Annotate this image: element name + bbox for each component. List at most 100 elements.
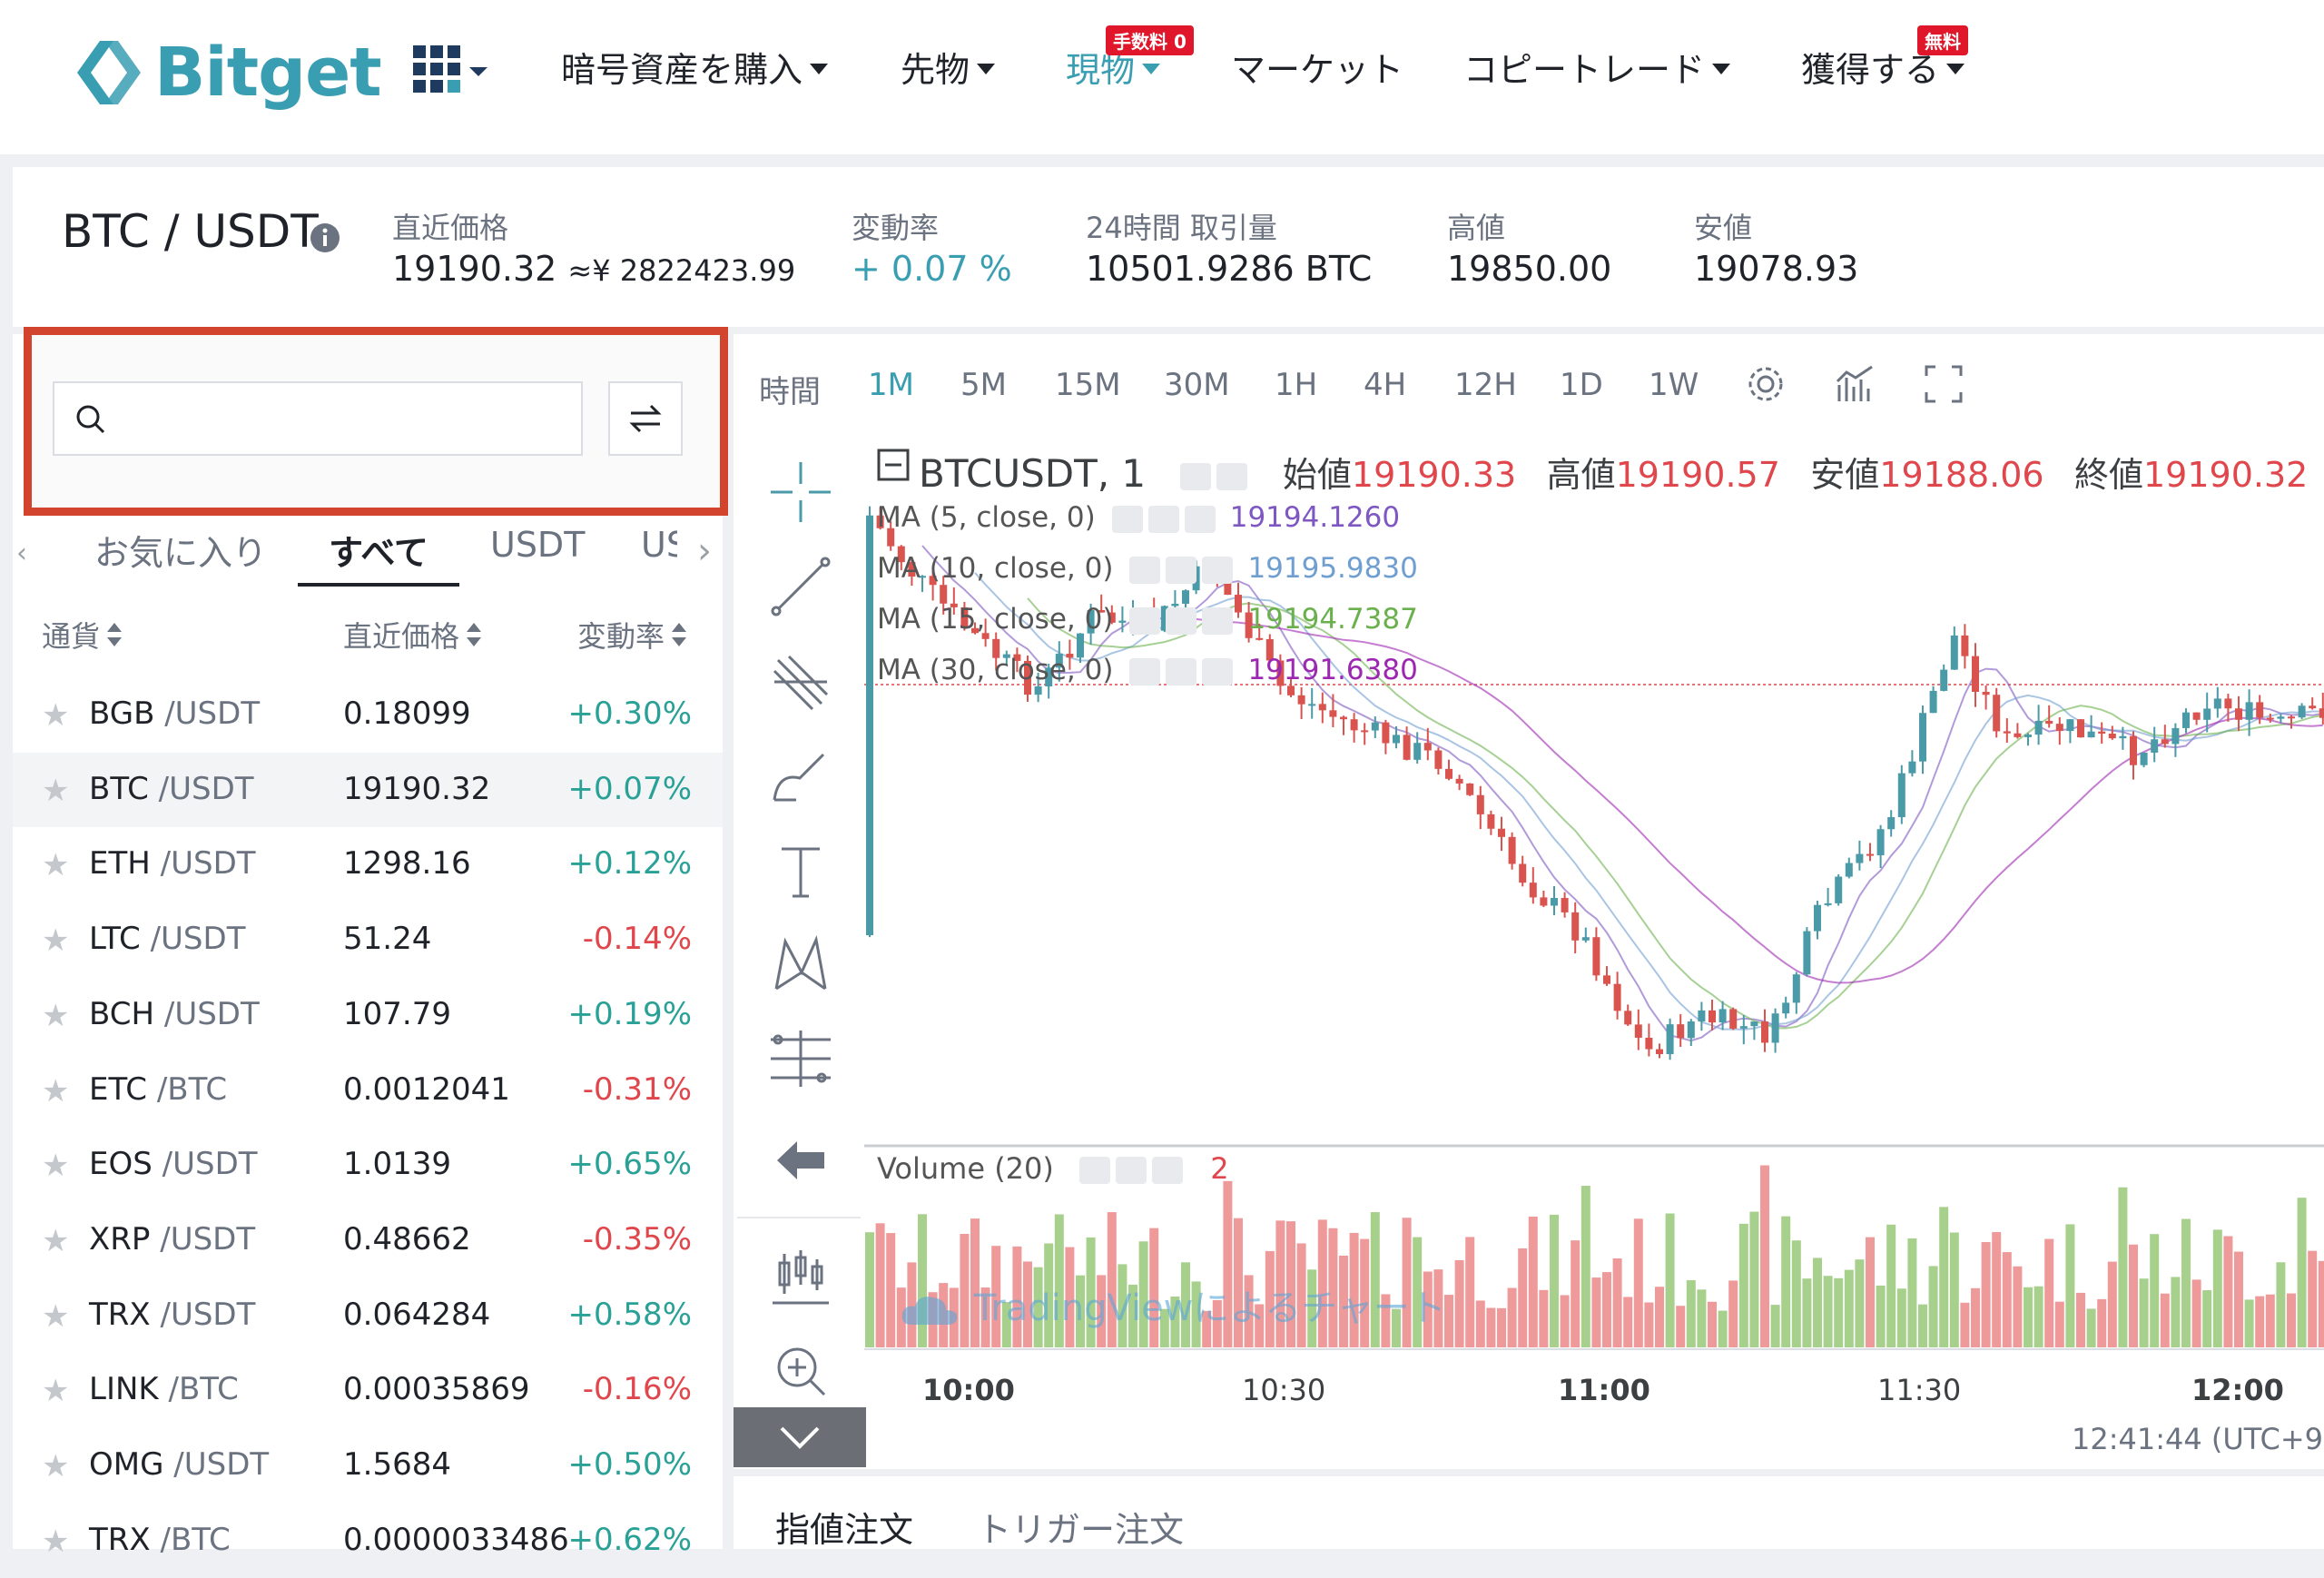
measure-tool-icon[interactable] xyxy=(763,1021,839,1097)
timeframe-30m[interactable]: 30M xyxy=(1164,367,1230,403)
info-icon[interactable] xyxy=(309,222,341,258)
timeframe-15m[interactable]: 15M xyxy=(1055,367,1121,403)
market-row[interactable]: ★ ETH /USDT 1298.16 +0.12% xyxy=(13,827,723,902)
market-row[interactable]: ★ XRP /USDT 0.48662 -0.35% xyxy=(13,1203,723,1277)
gear-icon[interactable] xyxy=(1166,607,1197,635)
market-row[interactable]: ★ EOS /USDT 1.0139 +0.65% xyxy=(13,1128,723,1202)
back-arrow-icon[interactable] xyxy=(763,1122,839,1198)
close-icon[interactable] xyxy=(1202,607,1234,635)
star-icon[interactable]: ★ xyxy=(42,1373,69,1409)
zoom-in-icon[interactable] xyxy=(763,1333,839,1409)
col-header-currency[interactable]: 通貨 xyxy=(42,614,123,656)
volume-bar xyxy=(2287,1293,2296,1347)
volume-bar xyxy=(1981,1242,1991,1347)
market-row[interactable]: ★ BCH /USDT 107.79 +0.19% xyxy=(13,978,723,1052)
pair-symbol: EOS /USDT xyxy=(89,1146,258,1182)
tab-scroll-right-icon[interactable]: › xyxy=(697,530,712,572)
brush-tool-icon[interactable] xyxy=(763,739,839,815)
candle-body xyxy=(1371,722,1379,731)
gear-icon[interactable] xyxy=(1116,1157,1147,1184)
star-icon[interactable]: ★ xyxy=(42,1448,69,1484)
eye-icon[interactable] xyxy=(1129,657,1161,685)
pair-title: BTC / USDT xyxy=(62,205,319,258)
volume-bar xyxy=(2276,1262,2286,1347)
pattern-tool-icon[interactable] xyxy=(763,926,839,1002)
market-row[interactable]: ★ BTC /USDT 19190.32 +0.07% xyxy=(13,752,723,827)
tab-trigger-order[interactable]: トリガー注文 xyxy=(977,1502,1184,1552)
star-icon[interactable]: ★ xyxy=(42,998,69,1034)
eye-icon[interactable] xyxy=(1179,462,1211,490)
bitget-logo[interactable]: Bitget xyxy=(73,27,382,118)
timeframe-5m[interactable]: 5M xyxy=(960,367,1007,403)
indicators-icon[interactable] xyxy=(1836,365,1876,407)
market-row[interactable]: ★ LTC /USDT 51.24 -0.14% xyxy=(13,902,723,977)
star-icon[interactable]: ★ xyxy=(42,1223,69,1259)
nav-futures[interactable]: 先物 xyxy=(901,42,996,92)
timeframe-1d[interactable]: 1D xyxy=(1560,367,1603,403)
row-price: 0.00035869 xyxy=(343,1371,530,1408)
eye-icon[interactable] xyxy=(1129,556,1161,584)
fib-tool-icon[interactable] xyxy=(763,645,839,721)
close-icon[interactable] xyxy=(1202,657,1234,685)
crosshair-tool-icon[interactable] xyxy=(763,454,839,530)
timeframe-12h[interactable]: 12H xyxy=(1454,367,1517,403)
market-row[interactable]: ★ OMG /USDT 1.5684 +0.50% xyxy=(13,1428,723,1503)
col-header-change[interactable]: 変動率 xyxy=(577,614,688,656)
candle-body xyxy=(1876,829,1885,855)
market-row[interactable]: ★ LINK /BTC 0.00035869 -0.16% xyxy=(13,1353,723,1427)
star-icon[interactable]: ★ xyxy=(42,847,69,883)
nav-copy-trade[interactable]: コピートレード xyxy=(1463,42,1731,92)
star-icon[interactable]: ★ xyxy=(42,1298,69,1335)
nav-buy-crypto[interactable]: 暗号資産を購入 xyxy=(561,42,829,92)
tab-us-truncated[interactable]: US xyxy=(641,525,677,565)
settings-gear-icon[interactable] xyxy=(1745,363,1787,409)
close-icon[interactable] xyxy=(1202,556,1234,584)
close-icon[interactable] xyxy=(1152,1157,1184,1184)
gear-icon[interactable] xyxy=(1166,657,1197,685)
timeframe-1m[interactable]: 1M xyxy=(868,367,914,403)
collapse-legend-icon[interactable] xyxy=(877,449,910,485)
volume-bar xyxy=(2255,1296,2265,1347)
gear-icon[interactable] xyxy=(1147,505,1179,533)
trend-line-tool-icon[interactable] xyxy=(763,548,839,625)
gear-icon[interactable] xyxy=(1166,556,1197,584)
chart-symbol: BTCUSDT, 1 xyxy=(919,451,1147,496)
quote-currency: /USDT xyxy=(173,1446,270,1483)
market-row[interactable]: ★ ETC /BTC 0.0012041 -0.31% xyxy=(13,1053,723,1128)
eye-icon[interactable] xyxy=(1079,1157,1111,1184)
star-icon[interactable]: ★ xyxy=(42,922,69,959)
tab-favorites[interactable]: お気に入り xyxy=(94,525,267,575)
star-icon[interactable]: ★ xyxy=(42,1073,69,1110)
market-row[interactable]: ★ TRX /BTC 0.0000033486 +0.62% xyxy=(13,1504,723,1578)
star-icon[interactable]: ★ xyxy=(42,1524,69,1560)
eye-icon[interactable] xyxy=(1129,607,1161,635)
tab-all[interactable]: すべて xyxy=(329,525,428,575)
star-icon[interactable]: ★ xyxy=(42,773,69,809)
apps-grid-icon[interactable] xyxy=(413,45,495,104)
collapse-toolbar-button[interactable] xyxy=(734,1407,866,1467)
close-icon[interactable] xyxy=(1184,505,1216,533)
tab-limit-order[interactable]: 指値注文 xyxy=(775,1502,913,1552)
eye-icon[interactable] xyxy=(1111,505,1143,533)
gear-icon[interactable] xyxy=(1216,462,1247,490)
nav-markets[interactable]: マーケット xyxy=(1231,42,1403,92)
market-row[interactable]: ★ BGB /USDT 0.18099 +0.30% xyxy=(13,677,723,752)
star-icon[interactable]: ★ xyxy=(42,1148,69,1184)
timeframe-1w[interactable]: 1W xyxy=(1649,367,1699,403)
timeframe-1h[interactable]: 1H xyxy=(1275,367,1317,403)
col-header-price[interactable]: 直近価格 xyxy=(343,614,483,656)
market-search-input[interactable] xyxy=(53,381,583,456)
candle-style-icon[interactable] xyxy=(763,1238,839,1315)
tab-scroll-left-icon[interactable]: ‹ xyxy=(16,538,27,569)
timeframe-4h[interactable]: 4H xyxy=(1364,367,1406,403)
tab-usdt[interactable]: USDT xyxy=(490,525,585,565)
swap-button[interactable] xyxy=(608,381,683,456)
text-tool-icon[interactable] xyxy=(763,833,839,910)
fullscreen-icon[interactable] xyxy=(1925,365,1963,407)
candle-body xyxy=(1814,904,1821,932)
toolbar-divider xyxy=(737,1217,861,1218)
nav-label: コピートレード xyxy=(1463,50,1706,90)
star-icon[interactable]: ★ xyxy=(42,697,69,734)
market-row[interactable]: ★ TRX /USDT 0.064284 +0.58% xyxy=(13,1278,723,1353)
volume-bar xyxy=(1886,1224,1896,1347)
